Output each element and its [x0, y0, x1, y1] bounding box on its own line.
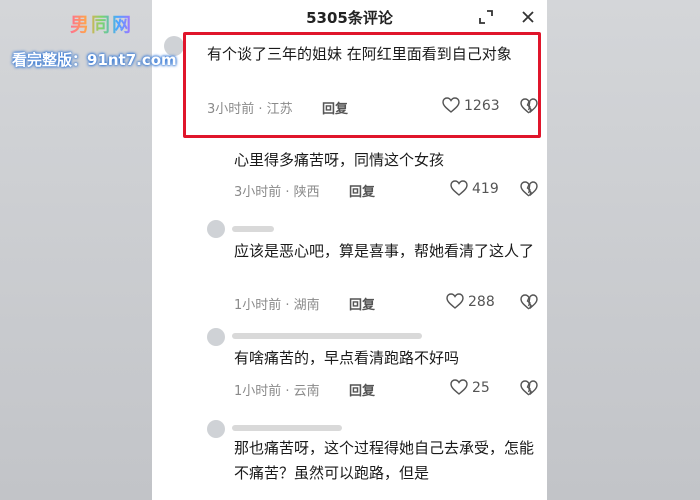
like-count: 25: [472, 380, 490, 396]
comment-text: 有啥痛苦的，早点看清跑路不好吗: [234, 349, 460, 367]
comment-text: 心里得多痛苦呀，同情这个女孩: [234, 151, 445, 169]
broken-heart-icon: [520, 181, 538, 197]
avatar[interactable]: [207, 420, 225, 438]
comment-item: 应该是恶心吧，算是喜事，帮她看清了这人了 1小时前 · 湖南 回复 288: [152, 212, 547, 322]
comment-meta: 3小时前 · 陕西: [234, 185, 320, 200]
reply-button[interactable]: 回复: [349, 380, 375, 399]
comment-text: 应该是恶心吧，算是喜事，帮她看清了这人了: [234, 242, 535, 260]
background-left: [0, 0, 155, 500]
like-count: 419: [472, 181, 499, 197]
comment-meta: 1小时前 · 云南: [234, 384, 320, 399]
reply-button[interactable]: 回复: [349, 294, 375, 313]
like-button[interactable]: 419: [450, 180, 499, 197]
like-button[interactable]: 288: [446, 293, 495, 310]
comment-text: 那也痛苦呀，这个过程得她自己去承受，怎能不痛苦？虽然可以跑路，但是: [234, 439, 535, 482]
heart-outline-icon: [450, 180, 468, 196]
comment-meta: 1小时前 · 湖南: [234, 298, 320, 313]
dislike-button[interactable]: [520, 294, 538, 314]
avatar[interactable]: [207, 220, 225, 238]
close-icon[interactable]: [518, 7, 538, 27]
comment-item: 有啥痛苦的，早点看清跑路不好吗 1小时前 · 云南 回复 25: [152, 322, 547, 410]
broken-heart-icon: [520, 380, 538, 396]
comment-item: 心里得多痛苦呀，同情这个女孩 3小时前 · 陕西 回复 419: [152, 140, 547, 208]
like-button[interactable]: 25: [450, 379, 490, 396]
heart-outline-icon: [446, 293, 464, 309]
watermark-logo: 男同网: [70, 10, 133, 37]
heart-outline-icon: [450, 379, 468, 395]
dislike-button[interactable]: [520, 181, 538, 201]
username-placeholder: [232, 333, 422, 339]
avatar[interactable]: [207, 328, 225, 346]
comments-header: 5305条评论: [152, 0, 547, 34]
broken-heart-icon: [520, 294, 538, 310]
watermark-text: 看完整版：91nt7.com: [12, 51, 177, 69]
username-placeholder: [232, 425, 342, 431]
like-count: 288: [468, 294, 495, 310]
reply-button[interactable]: 回复: [349, 181, 375, 200]
red-highlight-box: [183, 32, 541, 138]
dislike-button[interactable]: [520, 380, 538, 400]
username-placeholder: [232, 226, 274, 232]
expand-icon[interactable]: [476, 7, 496, 27]
background-right: [545, 0, 700, 500]
comment-item: 那也痛苦呀，这个过程得她自己去承受，怎能不痛苦？虽然可以跑路，但是: [152, 414, 547, 500]
